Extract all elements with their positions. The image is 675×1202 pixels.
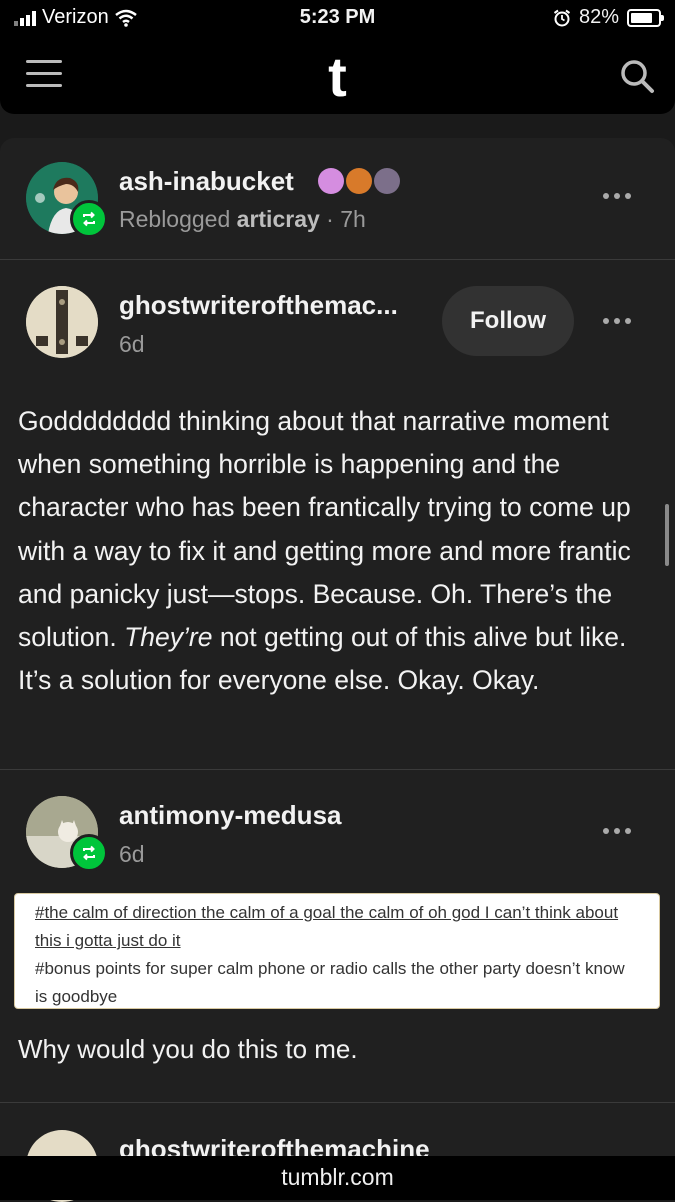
- original-post-body: Godddddddd thinking about that narrative…: [18, 400, 658, 702]
- original-post-time: 6d: [119, 331, 145, 357]
- follow-button[interactable]: Follow: [442, 286, 574, 356]
- app-header: t: [0, 38, 675, 114]
- post-text-italic: They’re: [124, 622, 213, 653]
- search-icon[interactable]: [617, 56, 657, 96]
- reblog-meta: Reblogged articray · 7h: [119, 206, 366, 233]
- post-text-part: Godddddddd thinking about that narrative…: [18, 406, 631, 653]
- status-bar: Verizon 5:23 PM 82%: [0, 0, 675, 38]
- reblog-time: · 7h: [326, 206, 366, 232]
- original-author-username[interactable]: ghostwriterofthemac...: [119, 290, 398, 321]
- paw-badge-gray-icon: [374, 168, 400, 194]
- reblog-icon: [70, 200, 108, 238]
- reply-post-time: 6d: [119, 841, 145, 867]
- reblog-icon: [70, 834, 108, 872]
- tag-line: #the calm of direction the calm of a goa…: [35, 903, 619, 950]
- reblog-source-link[interactable]: articray: [237, 206, 320, 232]
- reblogged-label: Reblogged: [119, 206, 231, 232]
- original-author-avatar[interactable]: [26, 286, 98, 358]
- scrollbar[interactable]: [665, 504, 669, 566]
- reblogger-username[interactable]: ash-inabucket: [119, 166, 294, 197]
- more-options-icon[interactable]: [597, 186, 637, 206]
- tumblr-logo[interactable]: t: [0, 44, 675, 109]
- alarm-icon: [553, 9, 571, 26]
- paw-badge-orange-icon: [346, 168, 372, 194]
- battery-percent: 82%: [578, 6, 619, 28]
- battery-fill: [631, 12, 652, 23]
- avatar-art: [26, 286, 98, 358]
- divider: [0, 1102, 675, 1103]
- tags-screenshot: #the calm of direction the calm of a goa…: [14, 893, 660, 1009]
- paw-badge-icon: [318, 168, 344, 194]
- status-right: 82%: [553, 6, 664, 29]
- more-options-icon[interactable]: [597, 821, 637, 841]
- more-options-icon[interactable]: [597, 311, 637, 331]
- url-bar[interactable]: tumblr.com: [0, 1156, 675, 1200]
- user-badges: [318, 168, 400, 194]
- post-card: ash-inabucket Reblogged articray · 7h gh…: [0, 138, 675, 1202]
- tag-line: #bonus points for super calm phone or ra…: [35, 959, 625, 1006]
- reply-author-username[interactable]: antimony-medusa: [119, 800, 342, 831]
- reply-post-body: Why would you do this to me.: [18, 1034, 358, 1064]
- divider: [0, 769, 675, 770]
- battery-icon: [627, 8, 664, 27]
- divider: [0, 259, 675, 260]
